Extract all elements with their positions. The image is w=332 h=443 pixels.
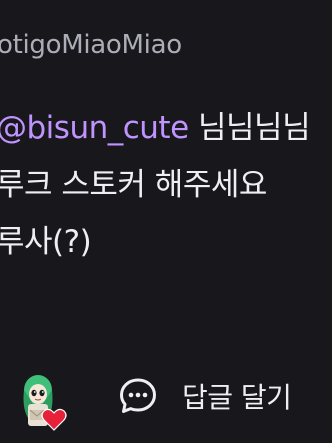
reply-label: 답글 달기	[182, 381, 292, 414]
ghost-heart-sticker-icon	[23, 375, 67, 431]
chat-bubble-icon	[120, 378, 156, 413]
comment-line-1: @bisun_cute 님님님님	[0, 100, 332, 157]
comment-footer: 답글 달기	[0, 360, 332, 432]
user-mention[interactable]: @bisun_cute	[0, 110, 189, 146]
comment-line-2: 루크 스토커 해주세요	[0, 167, 267, 203]
comment-username[interactable]: otigoMiaoMiao	[0, 30, 182, 60]
reply-button[interactable]: 답글 달기	[118, 376, 292, 416]
comment-line-1-text: 님님님님	[188, 110, 311, 146]
comment-line-3: 루사(?)	[0, 224, 92, 260]
comment-body: @bisun_cute 님님님님 루크 스토커 해주세요 루사(?)	[0, 100, 332, 271]
